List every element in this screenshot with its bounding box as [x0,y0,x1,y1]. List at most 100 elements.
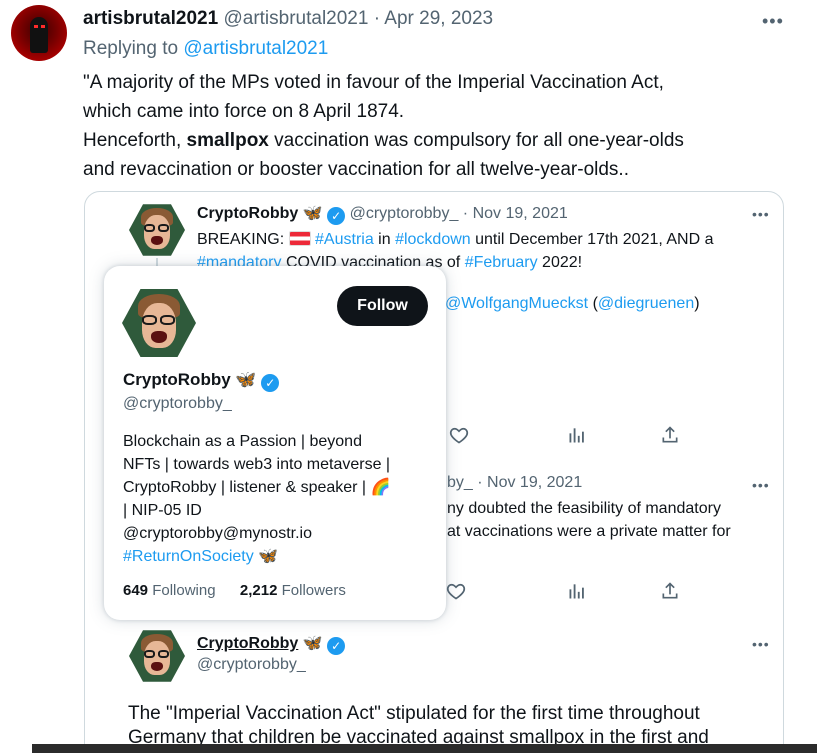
text-span: until December 17th 2021, AND a [470,231,714,248]
followers-count: 2,212 [239,582,278,599]
header-separator: · [477,474,483,491]
verified-badge-icon: ✓ [261,374,280,392]
rainbow-emoji: 🌈 [370,479,391,496]
quote3-line: The "Imperial Vaccination Act" stipulate… [128,703,700,724]
avatar-mouth [151,662,163,671]
main-tweet-text: "A majority of the MPs voted in favour o… [83,68,684,184]
replying-to-handle[interactable]: @artisbrutal2021 [183,38,328,59]
header-separator: · [462,205,469,222]
avatar-figure [30,17,48,53]
bio-line: CryptoRobby | listener & speaker | 🌈 [123,476,390,499]
text-span: vaccination was compulsory for all one-y… [268,130,684,151]
main-text-line: and revaccination or booster vaccination… [83,159,629,180]
verified-badge-icon: ✓ [327,207,346,225]
main-date[interactable]: Apr 29, 2023 [384,8,493,29]
quote1-mentions: @WolfgangMueckst (@diegruenen) [445,295,700,313]
share-icon[interactable] [659,580,681,602]
analytics-icon[interactable] [566,424,588,446]
more-icon[interactable]: ••• [752,207,770,221]
follow-button[interactable]: Follow [337,286,428,326]
more-icon[interactable]: ••• [762,12,784,30]
quote1-date[interactable]: Nov 19, 2021 [473,205,568,222]
avatar-glasses [160,315,175,325]
main-display-name[interactable]: artisbrutal2021 [83,8,218,29]
replying-to: Replying to @artisbrutal2021 [83,38,328,60]
bio-line: NFTs | towards web3 into metaverse | [123,456,391,473]
main-handle[interactable]: @artisbrutal2021 [223,8,368,29]
replying-to-label: Replying to [83,38,179,59]
butterfly-emoji: 🦋 [258,548,279,565]
main-tweet-header: artisbrutal2021 @artisbrutal2021 · Apr 2… [83,8,493,30]
butterfly-emoji: 🦋 [235,370,257,389]
butterfly-emoji: 🦋 [302,205,323,222]
followers-stat[interactable]: 2,212 Followers [240,582,346,599]
bio-line: | NIP-05 ID [123,502,202,519]
text-span: 2022! [537,254,583,271]
quote2-date[interactable]: Nov 19, 2021 [487,474,582,491]
quote2-text: ny doubted the feasibility of mandatory … [447,497,731,543]
taskbar-segment [0,744,32,753]
following-stat[interactable]: 649 Following [123,582,216,599]
hashtag-lockdown[interactable]: #lockdown [395,231,471,248]
text-span: Henceforth, [83,130,187,151]
quote2-line: at vaccinations were a private matter fo… [447,523,731,540]
taskbar [0,744,817,753]
butterfly-emoji: 🦋 [302,635,323,652]
avatar-eye [41,25,45,28]
avatar-glasses [144,650,155,658]
quote1-line: BREAKING: #Austria in #lockdown until De… [197,228,714,251]
text-span: ) [694,295,700,312]
avatar-glasses [142,315,157,325]
analytics-icon[interactable] [566,580,588,602]
text-span: ( [588,295,598,312]
following-count: 649 [123,582,149,599]
avatar-eye [34,25,38,28]
followers-label: Followers [281,582,346,599]
quote3-handle[interactable]: @cryptorobby_ [197,656,306,674]
quote2-line: ny doubted the feasibility of mandatory [447,500,721,517]
quote3-header: CryptoRobby 🦋 ✓ [197,633,346,655]
bold-text: smallpox [186,130,269,151]
avatar-mouth [151,331,167,343]
avatar-glasses [158,650,169,658]
avatar-artisbrutal2021[interactable] [11,5,67,61]
hover-card-stats: 649 Following 2,212 Followers [123,582,346,599]
hover-card-handle[interactable]: @cryptorobby_ [123,395,232,413]
main-text-line: "A majority of the MPs voted in favour o… [83,72,664,93]
header-separator: · [373,8,381,29]
text-span: CryptoRobby | listener & speaker | [123,479,371,496]
quote3-display-name[interactable]: CryptoRobby [197,635,298,652]
avatar-glasses [158,224,169,232]
heart-icon[interactable] [445,580,467,602]
more-icon[interactable]: ••• [752,637,770,651]
hover-card-display-name[interactable]: CryptoRobby [123,370,231,389]
following-label: Following [152,582,216,599]
hashtag-returnonsociety[interactable]: #ReturnOnSociety [123,548,254,565]
bio-line: #ReturnOnSociety 🦋 [123,545,390,568]
bio-line: @cryptorobby@mynostr.io [123,525,312,542]
quote1-handle[interactable]: @cryptorobby_ [350,205,459,222]
quote1-header: CryptoRobby 🦋 ✓ @cryptorobby_ · Nov 19, … [197,203,568,225]
main-text-line: which came into force on 8 April 1874. [83,101,405,122]
mention-wolfgangmueckst[interactable]: @WolfgangMueckst [445,295,588,312]
more-icon[interactable]: ••• [752,478,770,492]
text-span: BREAKING: [197,231,289,248]
main-text-line: Henceforth, smallpox vaccination was com… [83,126,684,155]
quote3-text: The "Imperial Vaccination Act" stipulate… [128,702,709,750]
bio-line: Blockchain as a Passion | beyond [123,433,362,450]
heart-icon[interactable] [448,424,470,446]
hover-card-name-row: CryptoRobby 🦋 ✓ [123,370,280,392]
verified-badge-icon: ✓ [327,637,346,655]
austria-flag-icon [288,231,311,246]
quote2-header: by_ · Nov 19, 2021 [447,474,582,492]
hover-card-bio: Blockchain as a Passion | beyond NFTs | … [123,430,390,568]
quote2-handle-partial[interactable]: by_ [447,474,473,491]
hashtag-austria[interactable]: #Austria [315,231,374,248]
mention-diegruenen[interactable]: @diegruenen [598,295,694,312]
quote1-display-name[interactable]: CryptoRobby [197,205,298,222]
avatar-mouth [151,236,163,245]
avatar-glasses [144,224,155,232]
hashtag-february[interactable]: #February [465,254,538,271]
text-span: in [373,231,396,248]
share-icon[interactable] [659,424,681,446]
